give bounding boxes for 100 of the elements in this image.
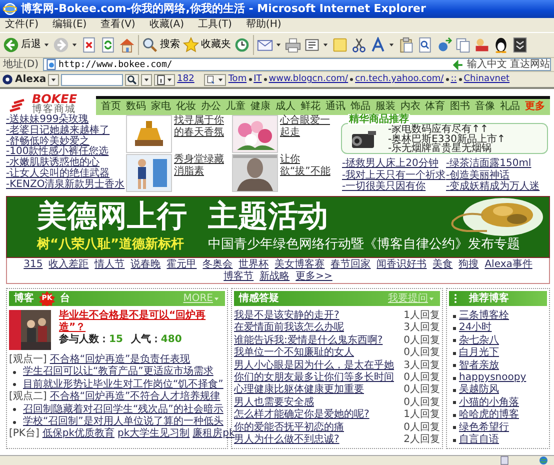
topic-link[interactable]: Alexa事件 [484, 259, 532, 270]
banner[interactable]: 美德网上行 主题活动 树“八荣八耻”道德新标杆 中国青少年绿色网络行动暨《博客自律公约》发布专题 [6, 196, 550, 258]
blog-link[interactable]: 绿色希望行 [459, 422, 509, 434]
nav-link[interactable]: 健康 [250, 101, 271, 113]
article-link[interactable]: 召回制隐藏着对召回学生“残次品”的社会暗示 [23, 404, 224, 416]
article-link[interactable]: 低保pk优质教育 [42, 428, 115, 441]
blog-link[interactable]: 白月光下 [459, 347, 499, 360]
question-link[interactable]: 谁能告诉我:爱情是什么鬼东西啊? [234, 334, 383, 348]
article-link[interactable]: pk大学生见习制 [118, 428, 190, 441]
question-link[interactable]: 我单位一个不知廉耻的女人 [234, 347, 354, 360]
go-link[interactable]: 输入中文 直达网站 [466, 58, 550, 70]
question-link[interactable]: 怎么样才能确定你是爱她的呢? [234, 409, 370, 422]
blog-link[interactable]: 吴越防风 [459, 384, 499, 397]
nav-link[interactable]: 化妆 [176, 101, 196, 113]
article-link[interactable]: 廉租房pk [192, 428, 235, 441]
topic-link[interactable]: 世界杯 [238, 259, 269, 270]
related-link[interactable]: :: [450, 74, 457, 85]
nav-link[interactable]: 数码 [126, 101, 146, 113]
question-link[interactable]: 你的爱能否抚平初恋的痛 [234, 422, 344, 434]
topic-link[interactable]: 更多>> [296, 271, 332, 282]
question-link[interactable]: 毕业生不合格是不是可以“回炉再造”？ [59, 310, 225, 334]
blog-link[interactable]: happysnoopy [459, 372, 526, 384]
nav-link[interactable]: 家电 [150, 101, 171, 113]
nav-link[interactable]: 饰品 [350, 101, 370, 113]
related-link[interactable]: Chinavnet [464, 74, 510, 85]
featured-item[interactable]: -奥林巴斯E330新品上市↑ [388, 134, 506, 144]
topic-link[interactable]: 美食 [432, 259, 453, 270]
nav-link[interactable]: 办公 [200, 101, 221, 113]
topic-link[interactable]: 春节回家 [330, 259, 371, 270]
product-link[interactable]: 找寻属于你的春天香氛 [174, 115, 232, 154]
question-link[interactable]: 男人小心眼是因为什么，是太在乎她 [234, 360, 394, 372]
favorites-button[interactable]: 收藏夹 [182, 36, 232, 54]
question-link[interactable]: 在爱情面前我该怎么办呢 [234, 322, 344, 335]
promo-link[interactable]: -水嫩肌肤诱惑他的心 [6, 158, 126, 169]
question-link[interactable]: 心理健康比躯体健康更加重要 [234, 384, 364, 397]
topic-link[interactable]: 收入差距 [48, 259, 89, 270]
related-link[interactable]: Tom [228, 74, 247, 85]
menu-item[interactable]: 收藏(A) [149, 19, 184, 31]
promo-link[interactable]: -送妹妹999朵玫瑰 [6, 115, 126, 126]
blog-link[interactable]: 三条博客栓 [459, 310, 509, 322]
topic-link[interactable]: 闻香识好书 [376, 259, 427, 270]
question-link[interactable]: 男人为什么做不到忠诚? [234, 434, 340, 446]
promo-link[interactable]: -老婆日记她越来越棒了 [6, 126, 126, 137]
menu-item[interactable]: 工具(T) [198, 19, 232, 31]
topic-link[interactable]: 冬奥会 [202, 259, 233, 270]
topic-link[interactable]: 美女博客赛 [274, 259, 325, 270]
topic-link[interactable]: 博客节 [224, 271, 254, 282]
nav-link[interactable]: 体育 [425, 101, 446, 113]
blog-link[interactable]: 自言自语 [459, 434, 499, 446]
nav-link[interactable]: 成人 [276, 101, 296, 113]
promo-link[interactable]: -一切很美只因有你 [342, 181, 446, 193]
related-link[interactable]: cn.tech.yahoo.com/ [355, 74, 444, 85]
nav-link[interactable]: 首页 [101, 101, 121, 113]
product-link[interactable]: 让你欲“拔”不能 [280, 154, 338, 193]
question-link[interactable]: 男人也需要安全感 [234, 396, 314, 410]
nav-link[interactable]: 音像 [475, 101, 496, 113]
nav-link[interactable]: 图书 [450, 101, 470, 113]
article-link[interactable]: 不合格“回炉再造”不符合人才培养规律 [50, 391, 220, 404]
search-button[interactable]: 搜索 [141, 36, 181, 54]
article-link[interactable]: 学校“召回制”是对用人单位说了算的一种低头 [23, 416, 224, 428]
related-link[interactable]: www.blogcn.com/ [268, 74, 348, 85]
article-link[interactable]: 学生召回可以让“教育产品”更适应市场需求 [23, 366, 214, 379]
nav-link[interactable]: 鲜花 [300, 101, 320, 113]
menu-item[interactable]: 帮助(H) [246, 19, 282, 31]
promo-link[interactable]: -拯救男人床上20分钟 [342, 158, 446, 170]
featured-item[interactable]: -乐无烟牌富贵星无烟锅 [388, 144, 506, 154]
topic-link[interactable]: 说春晚 [130, 259, 161, 270]
topic-link[interactable]: 狗搜 [458, 259, 479, 270]
promo-link[interactable]: -变成妖精成为万人迷 [446, 181, 550, 193]
related-link[interactable]: IT [254, 74, 262, 85]
product-link[interactable]: 秀身堂绿藏消脂素 [174, 154, 232, 193]
promo-link[interactable]: -绿茶洁面露150ml [446, 158, 550, 170]
blog-link[interactable]: 杂七杂八 [459, 334, 499, 348]
menu-item[interactable]: 查看(V) [100, 19, 136, 31]
blog-link[interactable]: 小猫的小角落 [459, 396, 519, 410]
blog-link[interactable]: 24小时 [459, 322, 492, 335]
topic-link[interactable]: 情人节 [94, 259, 125, 270]
address-field[interactable]: http://www.bokee.com/ 输入中文 直达网站 [42, 58, 551, 71]
article-link[interactable]: 不合格“回炉再造”是负责任表现 [50, 354, 190, 366]
question-link[interactable]: 你们的女朋友最多让你们等多长时间 [234, 372, 394, 384]
blog-link[interactable]: 智者亲放 [459, 360, 499, 372]
promo-link[interactable]: -我对上天只有一个祈求 [342, 170, 446, 182]
product-link[interactable]: 心合眼爱一起走 [280, 115, 338, 154]
topic-link[interactable]: 315 [24, 259, 43, 270]
blog-link[interactable]: 哈哈虎的博客 [459, 409, 519, 422]
rank-link[interactable]: 182 [177, 74, 194, 85]
article-link[interactable]: 目前就业形势让毕业生对工作岗位“饥不择食” [23, 378, 224, 392]
promo-link[interactable]: -KENZO清泉新款男士香水 [6, 180, 126, 191]
nav-link[interactable]: 礼品 [500, 101, 520, 113]
nav-link[interactable]: 通讯 [325, 101, 346, 113]
back-button[interactable]: 后退 [2, 36, 51, 54]
topic-link[interactable]: 霍元甲 [166, 259, 197, 270]
menu-item[interactable]: 编辑(E) [52, 19, 87, 31]
nav-link[interactable]: 内衣 [400, 101, 420, 113]
nav-link[interactable]: 儿童 [226, 101, 246, 113]
promo-link[interactable]: -创造美丽神话 [446, 170, 550, 182]
menu-item[interactable]: 文件(F) [5, 19, 39, 31]
question-link[interactable]: 我是不是该安静的走开? [234, 310, 340, 322]
nav-link[interactable]: 服装 [375, 101, 396, 113]
topic-link[interactable]: 新战略 [260, 271, 290, 282]
